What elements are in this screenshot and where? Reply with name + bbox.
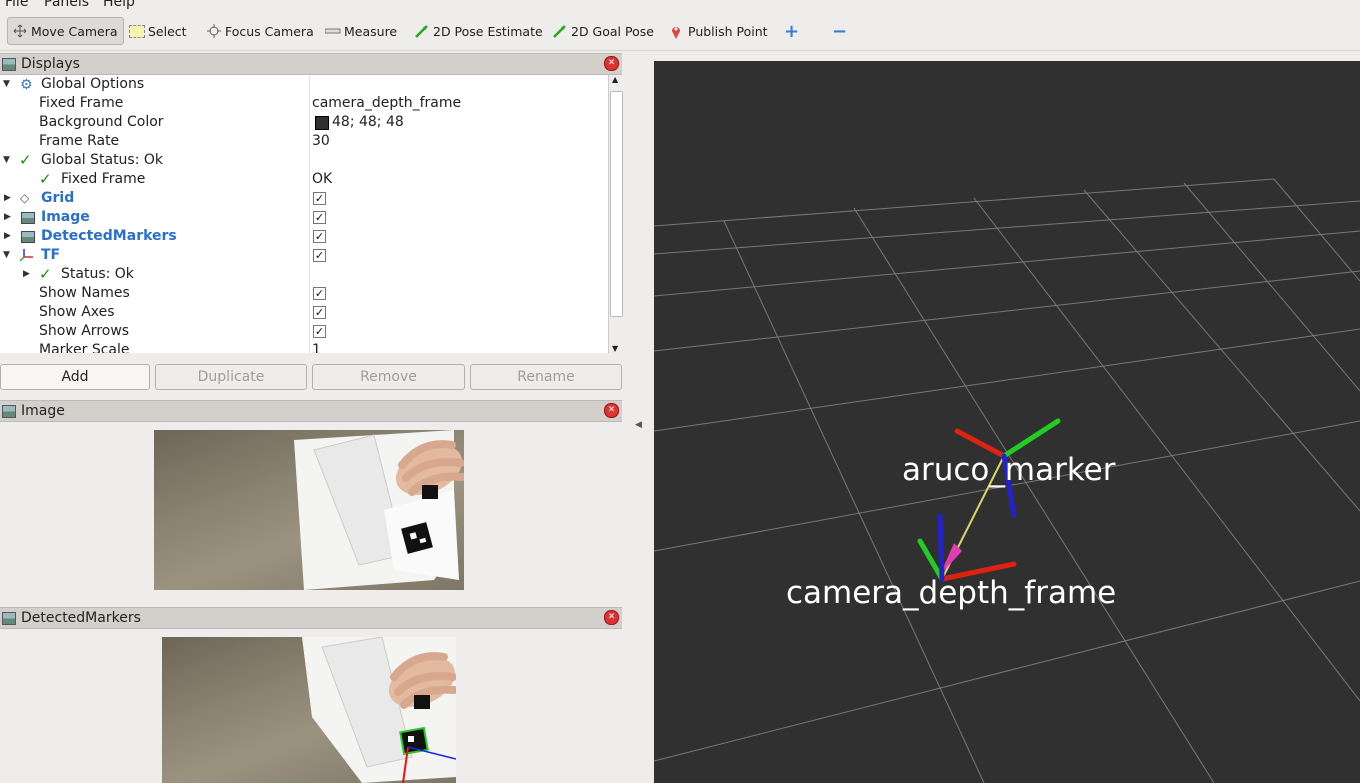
image-panel-title: Image	[21, 403, 65, 419]
move-camera-icon	[12, 24, 28, 38]
expand-right-icon[interactable]: ▶	[4, 227, 11, 246]
tree-row-image[interactable]: ▶ Image ✓	[0, 208, 608, 227]
remove-tool-button[interactable]: −	[832, 17, 847, 45]
plus-icon: +	[784, 20, 800, 42]
fixed-frame-value[interactable]: camera_depth_frame	[312, 94, 461, 113]
check-icon: ✓	[19, 151, 32, 169]
tree-row-show-axes[interactable]: Show Axes ✓	[0, 303, 608, 322]
column-divider	[309, 75, 310, 353]
move-camera-button[interactable]: Move Camera	[7, 17, 124, 45]
tree-row-tf-status[interactable]: ▶ ✓ Status: Ok	[0, 265, 608, 284]
rename-button[interactable]: Rename	[470, 364, 622, 390]
displays-tree: ▼ ⚙ Global Options Fixed Frame camera_de…	[0, 75, 608, 353]
select-button[interactable]: Select	[129, 17, 187, 45]
tree-row-marker-scale[interactable]: Marker Scale 1	[0, 341, 608, 353]
focus-camera-button[interactable]: Focus Camera	[206, 17, 314, 45]
tree-row-fixed-frame[interactable]: Fixed Frame camera_depth_frame	[0, 94, 608, 113]
tree-row-global-status[interactable]: ▼ ✓ Global Status: Ok	[0, 151, 608, 170]
close-icon[interactable]: ✕	[604, 56, 619, 71]
expand-right-icon[interactable]: ▶	[4, 189, 11, 208]
publish-point-button[interactable]: Publish Point	[669, 17, 768, 45]
publish-point-label: Publish Point	[688, 23, 768, 39]
tree-row-fixed-frame-status[interactable]: ✓ Fixed Frame OK	[0, 170, 608, 189]
check-icon: ✓	[39, 265, 52, 283]
goal-pose-label: 2D Goal Pose	[571, 23, 654, 39]
detected-markers-panel-header: DetectedMarkers ✕	[0, 607, 622, 629]
goal-pose-button[interactable]: 2D Goal Pose	[552, 17, 654, 45]
move-camera-label: Move Camera	[31, 23, 118, 39]
remove-button[interactable]: Remove	[312, 364, 465, 390]
close-icon[interactable]: ✕	[604, 403, 619, 418]
add-button[interactable]: Add	[0, 364, 150, 390]
monitor-icon	[2, 58, 16, 71]
tree-row-frame-rate[interactable]: Frame Rate 30	[0, 132, 608, 151]
show-names-checkbox[interactable]: ✓	[313, 287, 326, 300]
tree-row-grid[interactable]: ▶ ◇ Grid ✓	[0, 189, 608, 208]
scroll-up-icon[interactable]: ▲	[612, 75, 618, 84]
focus-camera-label: Focus Camera	[225, 23, 314, 39]
select-icon	[129, 24, 145, 38]
camera-image	[154, 430, 464, 590]
image-icon	[21, 231, 35, 243]
ruler-icon	[324, 24, 341, 38]
tree-row-show-names[interactable]: Show Names ✓	[0, 284, 608, 303]
toolbar: Move Camera Select Focus Camera Measure …	[0, 12, 1360, 51]
tf-label-aruco-marker: aruco_marker	[902, 452, 1116, 488]
image-icon	[2, 612, 16, 625]
select-label: Select	[148, 23, 187, 39]
goal-arrow-icon	[552, 24, 568, 38]
pose-estimate-label: 2D Pose Estimate	[433, 23, 543, 39]
tf-label-camera-depth-frame: camera_depth_frame	[786, 575, 1117, 611]
detected-markers-panel-title: DetectedMarkers	[21, 610, 141, 626]
detected-markers-image	[162, 637, 456, 783]
grid-enabled-checkbox[interactable]: ✓	[313, 192, 326, 205]
pose-estimate-button[interactable]: 2D Pose Estimate	[414, 17, 543, 45]
add-tool-button[interactable]: +	[784, 17, 799, 45]
color-swatch[interactable]	[315, 116, 329, 130]
minus-icon: −	[832, 20, 848, 42]
grid-lines	[654, 178, 1360, 783]
menu-help[interactable]: Help	[103, 0, 135, 10]
show-axes-checkbox[interactable]: ✓	[313, 306, 326, 319]
tree-row-show-arrows[interactable]: Show Arrows ✓	[0, 322, 608, 341]
focus-camera-icon	[206, 24, 222, 38]
displays-panel-header: Displays ✕	[0, 53, 622, 75]
scroll-down-icon[interactable]: ▼	[612, 344, 618, 353]
expand-right-icon[interactable]: ▶	[23, 265, 30, 284]
tree-row-detected-markers[interactable]: ▶ DetectedMarkers ✓	[0, 227, 608, 246]
duplicate-button[interactable]: Duplicate	[155, 364, 307, 390]
detected-markers-enabled-checkbox[interactable]: ✓	[313, 230, 326, 243]
tree-row-global-options[interactable]: ▼ ⚙ Global Options	[0, 75, 608, 94]
image-icon	[21, 212, 35, 224]
map-pin-icon	[669, 24, 685, 39]
check-icon: ✓	[39, 170, 52, 188]
pose-arrow-icon	[414, 24, 430, 38]
tree-row-tf[interactable]: ▼ TF ✓	[0, 246, 608, 265]
displays-title: Displays	[21, 56, 80, 72]
measure-label: Measure	[344, 23, 398, 39]
tree-row-background-color[interactable]: Background Color 48; 48; 48	[0, 113, 608, 132]
3d-viewport[interactable]: aruco_marker camera_depth_frame	[654, 61, 1360, 783]
show-arrows-checkbox[interactable]: ✓	[313, 325, 326, 338]
expand-down-icon[interactable]: ▼	[3, 246, 10, 265]
image-icon	[2, 405, 16, 418]
grid-icon: ◇	[20, 191, 30, 205]
gear-icon: ⚙	[20, 77, 33, 93]
collapse-left-icon[interactable]: ◀	[635, 420, 642, 430]
menu-file[interactable]: File	[5, 0, 28, 10]
menu-bar: File Panels Help	[0, 0, 1360, 10]
expand-down-icon[interactable]: ▼	[3, 75, 10, 94]
close-icon[interactable]: ✕	[604, 610, 619, 625]
displays-scrollbar[interactable]: ▲ ▼	[608, 75, 623, 353]
scrollbar-thumb[interactable]	[610, 91, 623, 317]
measure-button[interactable]: Measure	[324, 17, 398, 45]
expand-right-icon[interactable]: ▶	[4, 208, 11, 227]
image-enabled-checkbox[interactable]: ✓	[313, 211, 326, 224]
tf-enabled-checkbox[interactable]: ✓	[313, 249, 326, 262]
expand-down-icon[interactable]: ▼	[3, 151, 10, 170]
image-panel-header: Image ✕	[0, 400, 622, 422]
menu-panels[interactable]: Panels	[44, 0, 89, 10]
